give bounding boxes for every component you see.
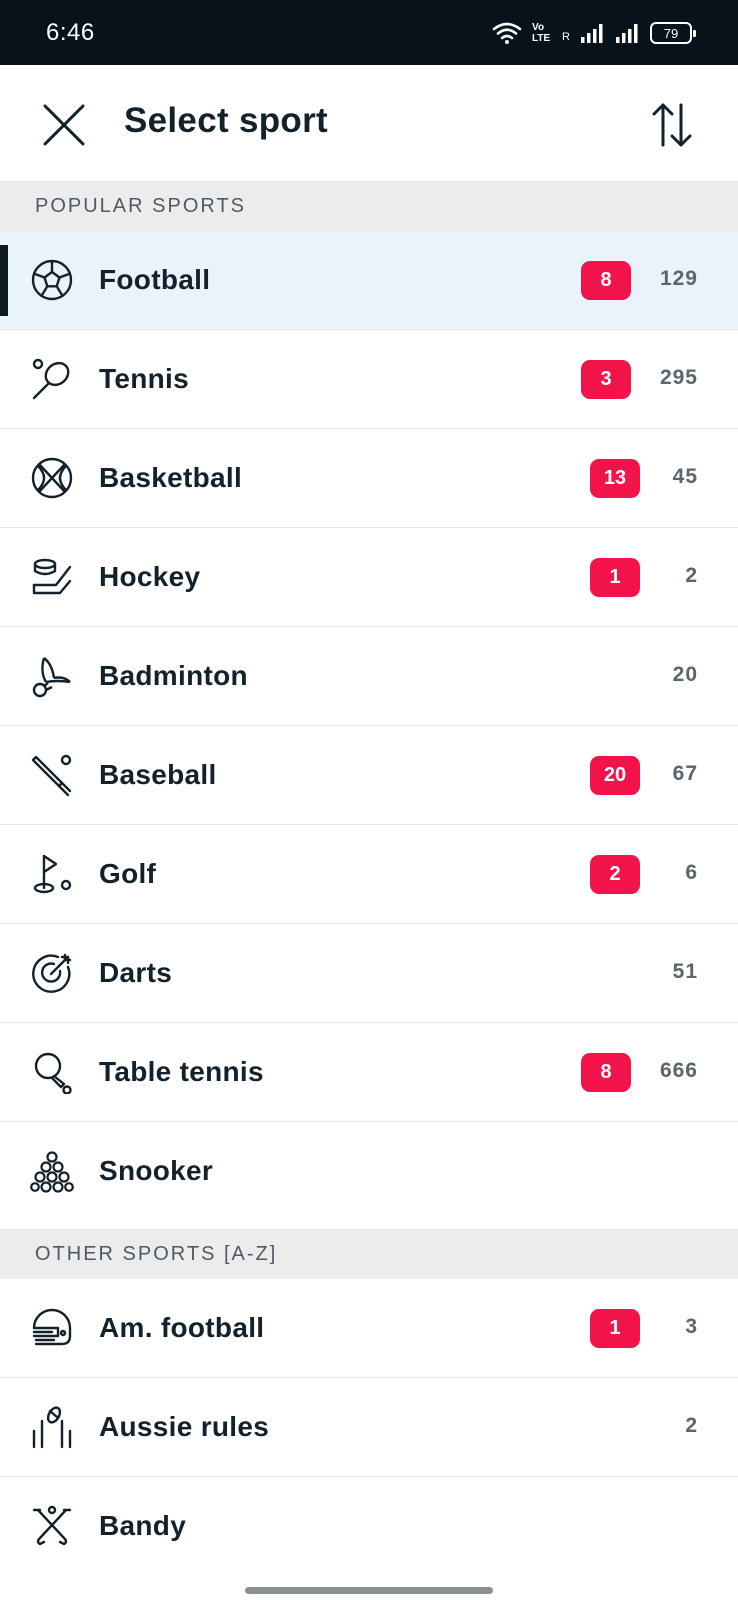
event-count: 67 (672, 762, 698, 785)
event-count: 129 (659, 267, 698, 290)
bandy-icon (30, 1504, 74, 1548)
page-title: Select sport (124, 101, 328, 140)
live-count-badge: 3 (581, 360, 631, 399)
signal-1-icon (581, 24, 603, 43)
sport-label: Am. football (99, 1312, 265, 1343)
sport-label: Baseball (99, 759, 217, 790)
sport-label: Aussie rules (99, 1411, 270, 1442)
sport-label: Football (99, 264, 211, 295)
live-count-badge: 13 (590, 459, 640, 498)
event-count: 2 (685, 564, 698, 587)
section-header-other: OTHER SPORTS [A-Z] (0, 1229, 738, 1279)
live-count-badge: 20 (590, 756, 640, 795)
close-button[interactable] (38, 99, 90, 151)
event-count: 2 (685, 1414, 698, 1437)
event-count: 666 (659, 1059, 698, 1082)
event-count: 20 (672, 663, 698, 686)
sport-row-badminton[interactable]: Badminton 20 (0, 627, 738, 726)
basketball-icon (30, 456, 74, 500)
american-football-icon (30, 1306, 74, 1350)
hockey-icon (30, 555, 74, 599)
sport-row-golf[interactable]: Golf 2 6 (0, 825, 738, 924)
live-count-badge: 8 (581, 261, 631, 300)
sport-row-hockey[interactable]: Hockey 1 2 (0, 528, 738, 627)
aussie-rules-icon (30, 1405, 74, 1449)
live-count-badge: 1 (590, 1309, 640, 1348)
live-count-badge: 2 (590, 855, 640, 894)
sport-row-baseball[interactable]: Baseball 20 67 (0, 726, 738, 825)
event-count: 3 (685, 1315, 698, 1338)
sport-label: Tennis (99, 363, 189, 394)
sport-label: Hockey (99, 561, 201, 592)
sport-row-table-tennis[interactable]: Table tennis 8 666 (0, 1023, 738, 1122)
sport-label: Basketball (99, 462, 243, 493)
status-icons: Vo LTE R 79 (492, 18, 696, 48)
navigation-handle[interactable] (245, 1587, 493, 1594)
event-count: 45 (672, 465, 698, 488)
sport-label: Snooker (99, 1155, 214, 1186)
wifi-icon (492, 22, 522, 44)
sport-row-darts[interactable]: Darts 51 (0, 924, 738, 1023)
golf-icon (30, 852, 74, 896)
roaming-indicator: R (562, 31, 570, 43)
football-icon (30, 258, 74, 302)
sport-row-snooker[interactable]: Snooker (0, 1122, 738, 1221)
snooker-icon (30, 1149, 74, 1193)
sport-row-tennis[interactable]: Tennis 3 295 (0, 330, 738, 429)
sport-label: Golf (99, 858, 157, 889)
baseball-icon (30, 753, 74, 797)
tennis-icon (30, 357, 74, 401)
table-tennis-icon (30, 1050, 74, 1094)
section-header-popular: POPULAR SPORTS (0, 181, 738, 231)
event-count: 51 (672, 960, 698, 983)
sport-label: Bandy (99, 1510, 187, 1541)
close-icon (43, 104, 85, 146)
battery-level: 79 (663, 25, 679, 41)
signal-2-icon (616, 24, 638, 43)
sport-row-bandy[interactable]: Bandy (0, 1477, 738, 1576)
status-time: 6:46 (46, 19, 95, 46)
sport-row-basketball[interactable]: Basketball 13 45 (0, 429, 738, 528)
sport-label: Badminton (99, 660, 248, 691)
sort-button[interactable] (646, 99, 698, 151)
sport-row-football[interactable]: Football 8 129 (0, 231, 738, 330)
badminton-icon (30, 654, 74, 698)
live-count-badge: 1 (590, 558, 640, 597)
event-count: 295 (659, 366, 698, 389)
sport-label: Table tennis (99, 1056, 264, 1087)
header: Select sport (0, 65, 738, 181)
sort-icon (652, 103, 692, 147)
status-bar: 6:46 Vo LTE R 79 (0, 0, 738, 65)
volte-indicator: Vo LTE (532, 22, 551, 44)
battery-icon: 79 (650, 22, 696, 44)
darts-icon (30, 951, 74, 995)
event-count: 6 (685, 861, 698, 884)
live-count-badge: 8 (581, 1053, 631, 1092)
sport-row-aussie-rules[interactable]: Aussie rules 2 (0, 1378, 738, 1477)
sport-label: Darts (99, 957, 173, 988)
sport-row-american-football[interactable]: Am. football 1 3 (0, 1279, 738, 1378)
